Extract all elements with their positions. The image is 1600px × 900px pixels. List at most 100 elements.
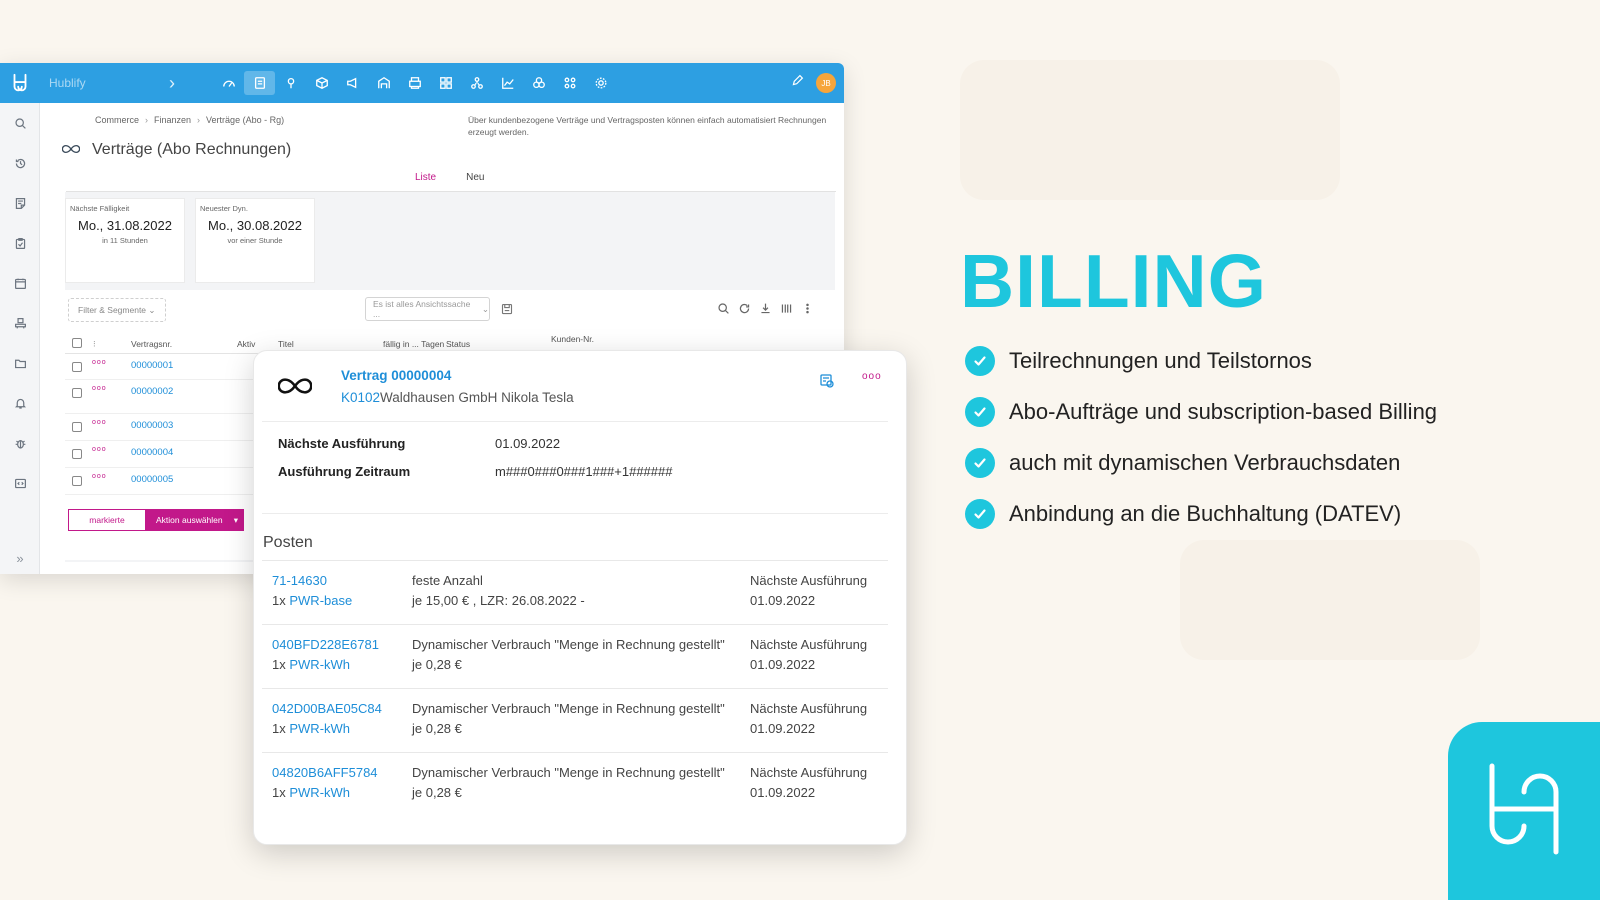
table-row[interactable]: ooo 00000003	[65, 414, 285, 441]
table-toolbar	[717, 302, 814, 320]
background-shape	[1180, 540, 1480, 660]
customer-line: K0102Waldhausen GmbH Nikola Tesla	[341, 390, 574, 405]
marked-button[interactable]: markierte	[68, 509, 146, 531]
save-view-icon[interactable]	[501, 302, 513, 320]
tab-liste[interactable]: Liste	[400, 166, 452, 193]
field-value: m###0###0###1###+1######	[495, 464, 673, 479]
row-menu-icon[interactable]: ooo	[92, 385, 107, 392]
circles-icon[interactable]	[523, 71, 554, 95]
pencil-icon[interactable]	[791, 74, 804, 92]
contract-number[interactable]: 00000005	[131, 474, 173, 485]
row-checkbox[interactable]	[72, 449, 82, 459]
sku-link[interactable]: PWR-kWh	[289, 785, 350, 800]
document-icon[interactable]	[244, 71, 275, 95]
field-label: Nächste Ausführung	[278, 436, 406, 451]
tab-neu[interactable]: Neu	[451, 166, 499, 193]
table-row[interactable]: ooo 00000002	[65, 380, 285, 414]
contract-detail-card: Vertrag 00000004 K0102Waldhausen GmbH Ni…	[253, 350, 907, 845]
chevron-down-icon: ⌄	[148, 304, 156, 315]
row-checkbox[interactable]	[72, 422, 82, 432]
row-menu-icon[interactable]: ooo	[92, 446, 107, 453]
column-header[interactable]: fällig in ... Tagen	[383, 339, 444, 349]
posten-price: je 0,28 €	[412, 657, 462, 672]
pallet-icon[interactable]	[0, 303, 40, 343]
grid-icon[interactable]	[430, 71, 461, 95]
more-vertical-icon[interactable]	[801, 302, 814, 320]
megaphone-icon[interactable]	[337, 71, 368, 95]
checkmark-icon	[965, 396, 995, 427]
sku-link[interactable]: PWR-kWh	[289, 721, 350, 736]
posten-quantity: 1x PWR-base	[272, 593, 353, 608]
contract-number[interactable]: 00000003	[131, 420, 173, 431]
feature-item: Teilrechnungen und Teilstornos	[965, 335, 1437, 386]
code-icon[interactable]	[0, 463, 40, 503]
view-select[interactable]: Es ist alles Ansichtssache ... ⌄	[365, 297, 490, 321]
avatar[interactable]: JB	[816, 73, 836, 93]
column-header[interactable]: Status	[446, 339, 470, 349]
filter-segments-button[interactable]: Filter & Segmente ⌄	[68, 298, 166, 322]
clipboard-icon[interactable]	[0, 223, 40, 263]
action-label: Aktion auswählen	[156, 515, 223, 525]
search-icon[interactable]	[0, 103, 40, 143]
expand-sidebar-icon[interactable]: »	[0, 551, 40, 566]
contract-title[interactable]: Vertrag 00000004	[341, 368, 451, 383]
posten-id-link[interactable]: 04820B6AFF5784	[272, 765, 378, 780]
contract-number[interactable]: 00000001	[131, 360, 173, 371]
row-menu-icon[interactable]: ooo	[92, 419, 107, 426]
history-icon[interactable]	[0, 143, 40, 183]
download-icon[interactable]	[759, 302, 772, 320]
column-header[interactable]: Vertragsnr.	[131, 339, 172, 349]
posten-id-link[interactable]: 040BFD228E6781	[272, 637, 379, 652]
bell-icon[interactable]	[0, 383, 40, 423]
gear-icon[interactable]	[585, 71, 616, 95]
row-menu-icon[interactable]: ooo	[92, 473, 107, 480]
note-icon[interactable]	[0, 183, 40, 223]
refresh-icon[interactable]	[738, 302, 751, 320]
posten-id-link[interactable]: 71-14630	[272, 573, 327, 588]
posten-id-link[interactable]: 042D00BAE05C84	[272, 701, 382, 716]
table-row[interactable]: ooo 00000001	[65, 354, 285, 380]
dashboard-icon[interactable]	[213, 71, 244, 95]
search-icon[interactable]	[717, 302, 730, 320]
info-text: Über kundenbezogene Verträge und Vertrag…	[468, 115, 827, 137]
table-row[interactable]: ooo 00000004	[65, 441, 285, 468]
row-checkbox[interactable]	[72, 362, 82, 372]
columns-icon[interactable]	[780, 302, 793, 320]
pin-icon[interactable]	[275, 71, 306, 95]
box-icon[interactable]	[306, 71, 337, 95]
contract-number[interactable]: 00000004	[131, 447, 173, 458]
sku-link[interactable]: PWR-kWh	[289, 657, 350, 672]
apps-icon[interactable]	[554, 71, 585, 95]
row-checkbox[interactable]	[72, 388, 82, 398]
breadcrumb-item[interactable]: Verträge (Abo - Rg)	[206, 115, 284, 125]
contract-number[interactable]: 00000002	[131, 386, 173, 397]
bug-icon[interactable]	[0, 423, 40, 463]
column-header[interactable]: Aktiv	[237, 339, 255, 349]
printer-icon[interactable]	[399, 71, 430, 95]
chevron-right-icon[interactable]: ›	[169, 73, 209, 94]
column-header[interactable]: Kunden-Nr.	[551, 334, 594, 344]
table-row[interactable]: ooo 00000005	[65, 468, 285, 495]
breadcrumb-separator: ›	[197, 115, 201, 125]
row-checkbox[interactable]	[72, 476, 82, 486]
column-header[interactable]: Titel	[278, 339, 294, 349]
column-sort-icon[interactable]: ⁝	[93, 339, 96, 350]
calendar-icon[interactable]	[0, 263, 40, 303]
posten-price: je 0,28 €	[412, 721, 462, 736]
settings-icon[interactable]	[819, 373, 835, 394]
breadcrumb: Commerce › Finanzen › Verträge (Abo - Rg…	[95, 115, 284, 125]
select-all-checkbox[interactable]	[72, 338, 82, 350]
sku-link[interactable]: PWR-base	[289, 593, 352, 608]
row-menu-icon[interactable]: ooo	[92, 359, 107, 366]
network-icon[interactable]	[461, 71, 492, 95]
warehouse-icon[interactable]	[368, 71, 399, 95]
action-select-button[interactable]: Aktion auswählen ▾	[146, 509, 244, 531]
folder-icon[interactable]	[0, 343, 40, 383]
customer-id-link[interactable]: K0102	[341, 390, 380, 405]
breadcrumb-item[interactable]: Finanzen	[154, 115, 191, 125]
more-options-icon[interactable]: ooo	[862, 371, 882, 382]
app-logo-icon[interactable]	[0, 63, 40, 103]
feature-item: Abo-Aufträge und subscription-based Bill…	[965, 386, 1437, 437]
chart-icon[interactable]	[492, 71, 523, 95]
breadcrumb-item[interactable]: Commerce	[95, 115, 139, 125]
